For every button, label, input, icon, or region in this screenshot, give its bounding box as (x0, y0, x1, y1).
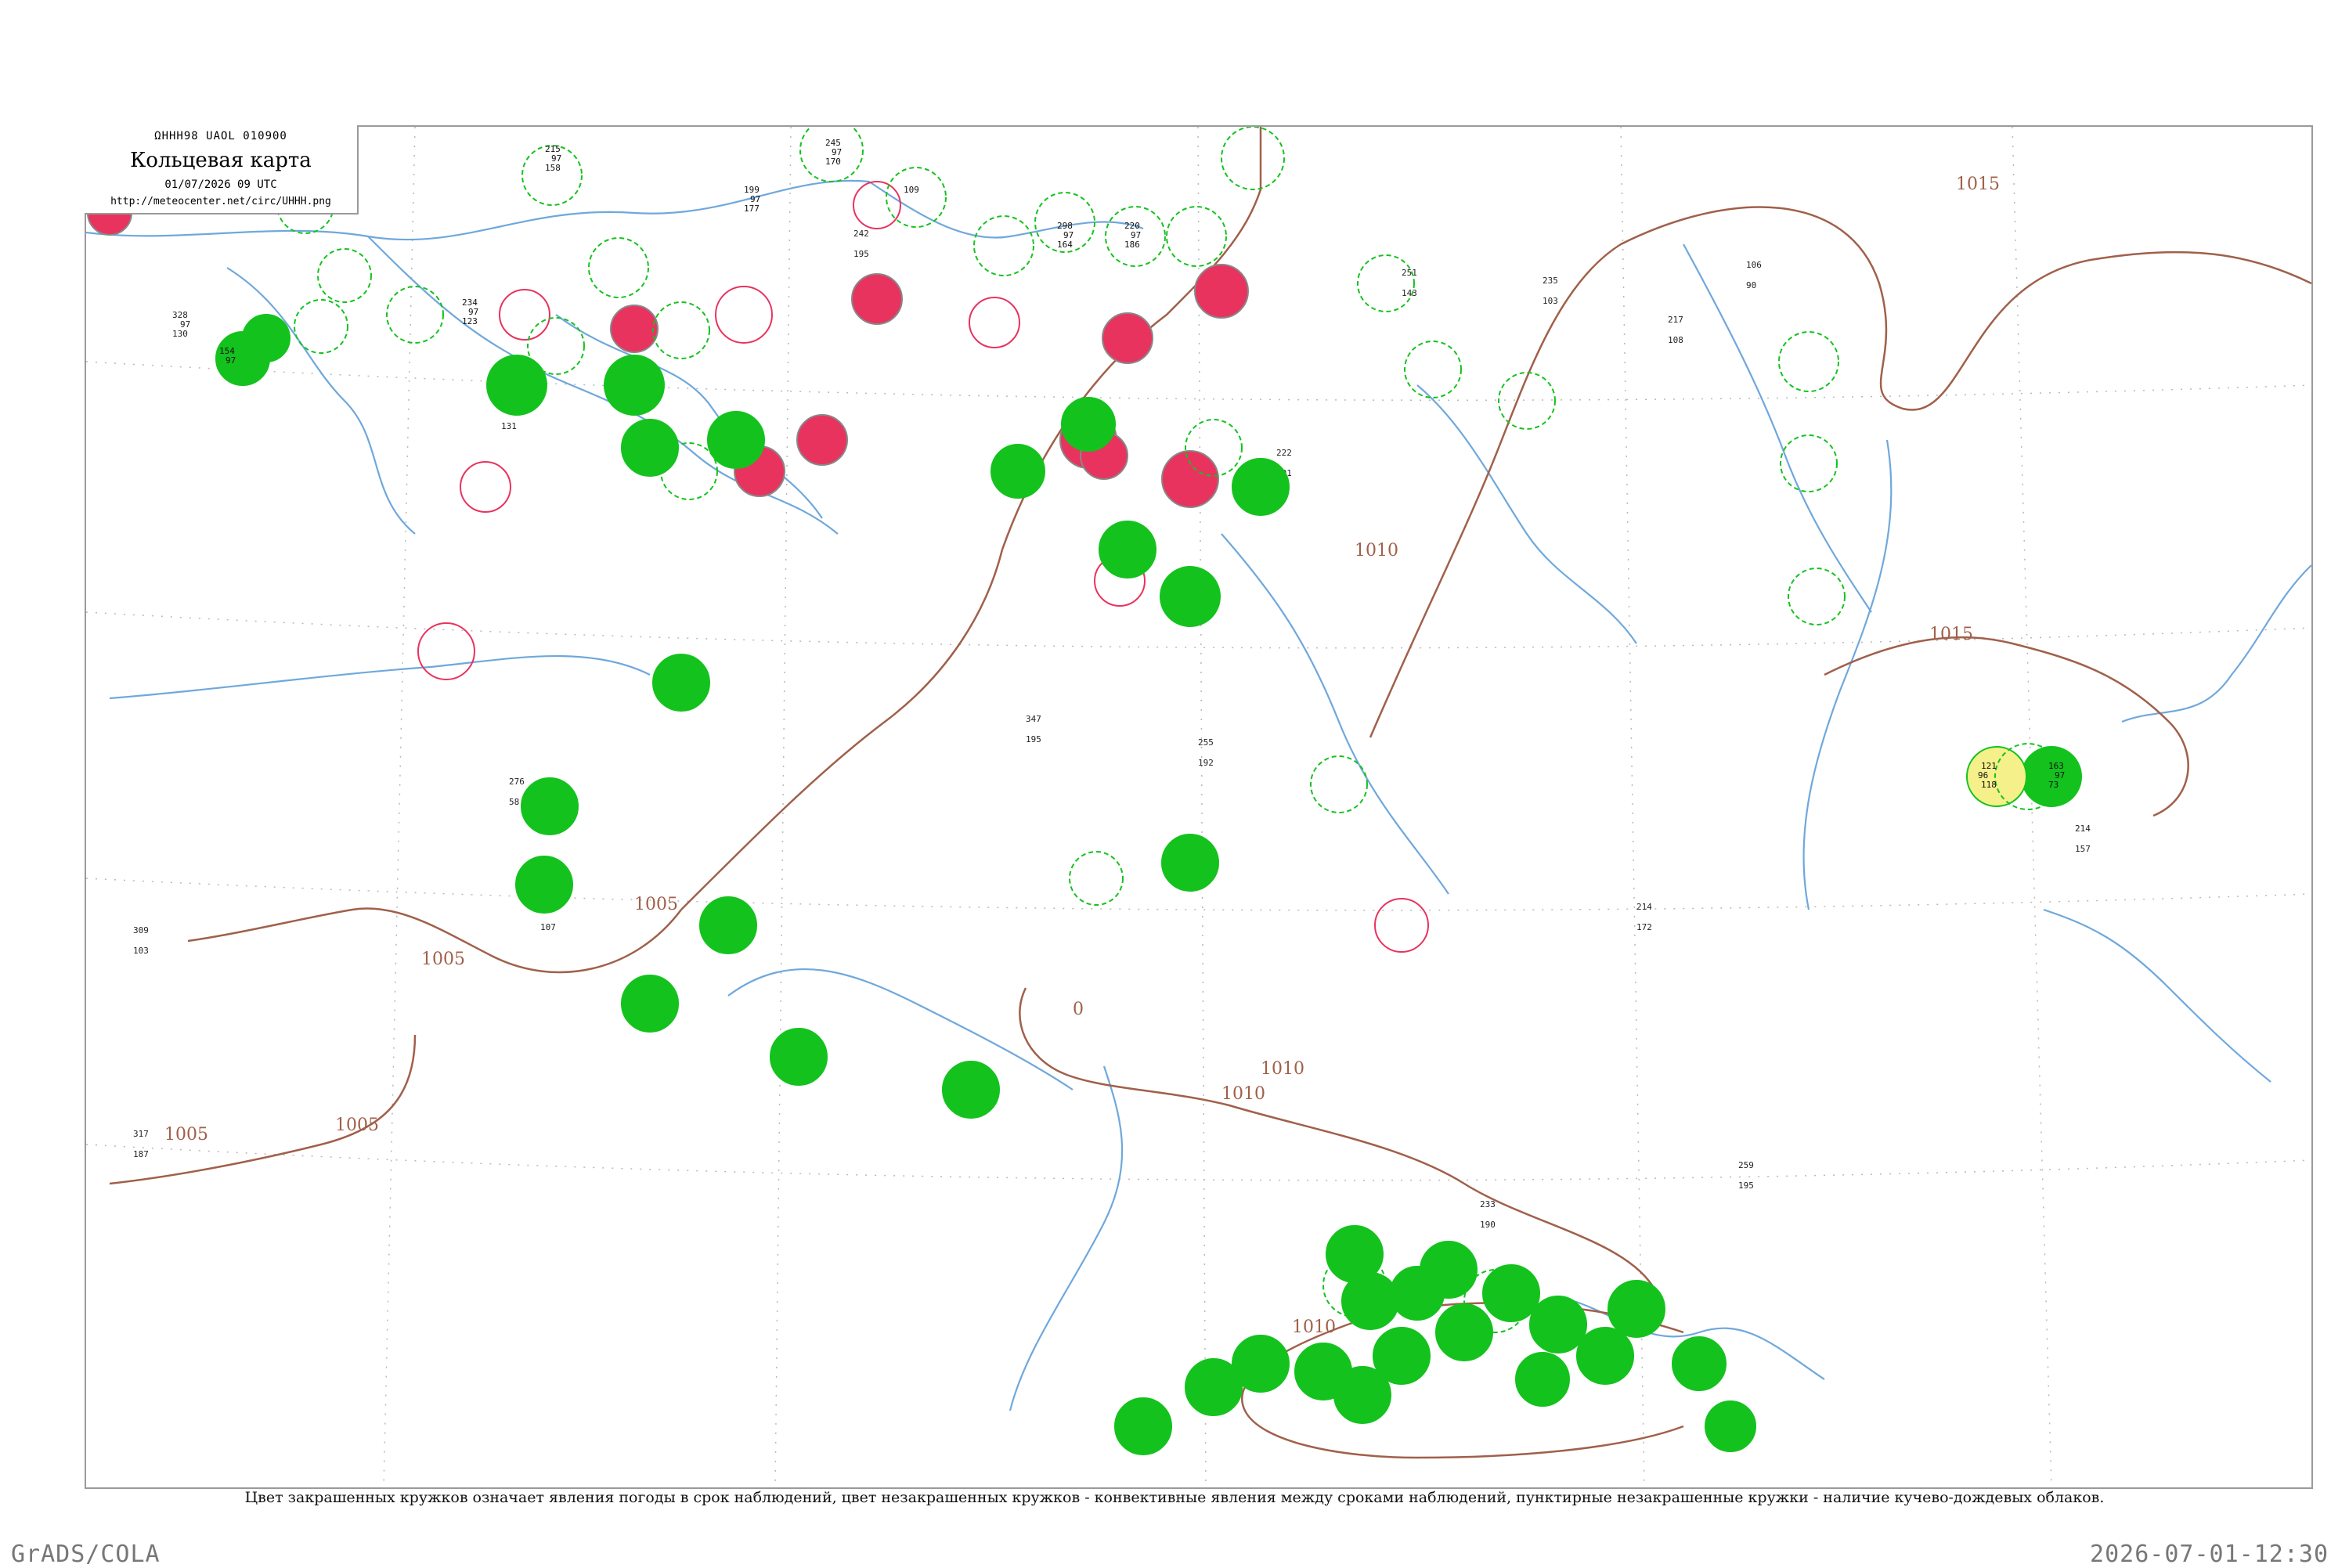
isobar-label: 1005 (164, 1125, 208, 1144)
legend-caption: Цвет закрашенных кружков означает явлени… (244, 1489, 2105, 1506)
station-value: 170 (825, 157, 841, 167)
svg-text:103: 103 (133, 946, 149, 956)
svg-text:195: 195 (1738, 1181, 1754, 1191)
station-value: 123 (462, 316, 478, 326)
svg-text:195: 195 (1026, 734, 1041, 744)
map-info-box: ΩHHH98 UAOL 010900 Кольцевая карта 01/07… (85, 125, 359, 214)
svg-text:214: 214 (2075, 824, 2091, 834)
svg-text:251: 251 (1402, 268, 1417, 278)
svg-text:317: 317 (133, 1129, 149, 1139)
svg-text:233: 233 (1480, 1199, 1496, 1209)
svg-text:217: 217 (1668, 315, 1683, 325)
map-url[interactable]: http://meteocenter.net/circ/UHHH.png (85, 196, 357, 207)
station-value: 118 (1981, 780, 1997, 790)
station-value: 186 (1124, 240, 1140, 250)
svg-text:130: 130 (172, 329, 188, 339)
svg-text:195: 195 (853, 249, 869, 259)
isobar-label: 1010 (1355, 541, 1398, 561)
isobar-label: 1015 (1929, 625, 1973, 644)
isobar-label: 1010 (1292, 1317, 1336, 1337)
svg-text:187: 187 (133, 1149, 149, 1159)
station-value: 158 (545, 163, 561, 173)
isobar-labels: 1015 1015 1010 1010 1005 1005 1005 1005 … (164, 175, 2000, 1337)
isobar-label: 0 (1073, 1000, 1084, 1019)
map-title: Кольцевая карта (130, 149, 312, 172)
svg-text:190: 190 (1480, 1220, 1496, 1230)
svg-text:157: 157 (2075, 844, 2091, 854)
station-value: 97 (226, 355, 236, 366)
svg-text:214: 214 (1636, 902, 1652, 912)
bulletin-code: ΩHHH98 UAOL 010900 (154, 130, 287, 142)
svg-text:58: 58 (509, 797, 519, 807)
footer-timestamp: 2026-07-01-12:30 (2090, 1541, 2329, 1568)
svg-text:103: 103 (1543, 296, 1558, 306)
weather-map[interactable]: 1015 1015 1010 1010 1005 1005 1005 1005 … (86, 127, 2311, 1487)
svg-text:131: 131 (501, 421, 517, 431)
svg-text:107: 107 (540, 922, 556, 932)
isobar-label: 1015 (1956, 175, 2000, 194)
footer-credit: GrADS/COLA (11, 1541, 161, 1568)
plain-stations: 32897130 242131 242195 222201 251143 235… (133, 229, 2091, 1230)
graticule (86, 127, 2311, 1487)
svg-text:255: 255 (1198, 737, 1214, 748)
station-value: 109 (904, 185, 919, 195)
svg-text:222: 222 (1276, 448, 1292, 458)
station-value: 73 (2048, 780, 2059, 790)
svg-text:242: 242 (853, 229, 869, 239)
svg-text:192: 192 (1198, 758, 1214, 768)
isobar-label: 1005 (634, 895, 678, 914)
svg-text:143: 143 (1402, 288, 1417, 298)
map-frame: 1015 1015 1010 1010 1005 1005 1005 1005 … (85, 125, 2313, 1489)
svg-text:172: 172 (1636, 922, 1652, 932)
svg-text:235: 235 (1543, 276, 1558, 286)
svg-text:108: 108 (1668, 335, 1683, 345)
map-date: 01/07/2026 09 UTC (164, 178, 277, 191)
svg-text:259: 259 (1738, 1160, 1754, 1170)
svg-text:90: 90 (1746, 280, 1756, 290)
svg-text:309: 309 (133, 925, 149, 935)
station-value: 177 (744, 204, 760, 214)
station-value: 164 (1057, 240, 1073, 250)
isobar-label: 1010 (1221, 1084, 1265, 1104)
svg-text:276: 276 (509, 777, 525, 787)
svg-text:106: 106 (1746, 260, 1762, 270)
isobar-label: 1005 (335, 1116, 379, 1135)
station-circles (87, 127, 2082, 1455)
isobar-label: 1005 (421, 950, 465, 969)
svg-text:347: 347 (1026, 714, 1041, 724)
isobar-label: 1010 (1261, 1059, 1304, 1079)
